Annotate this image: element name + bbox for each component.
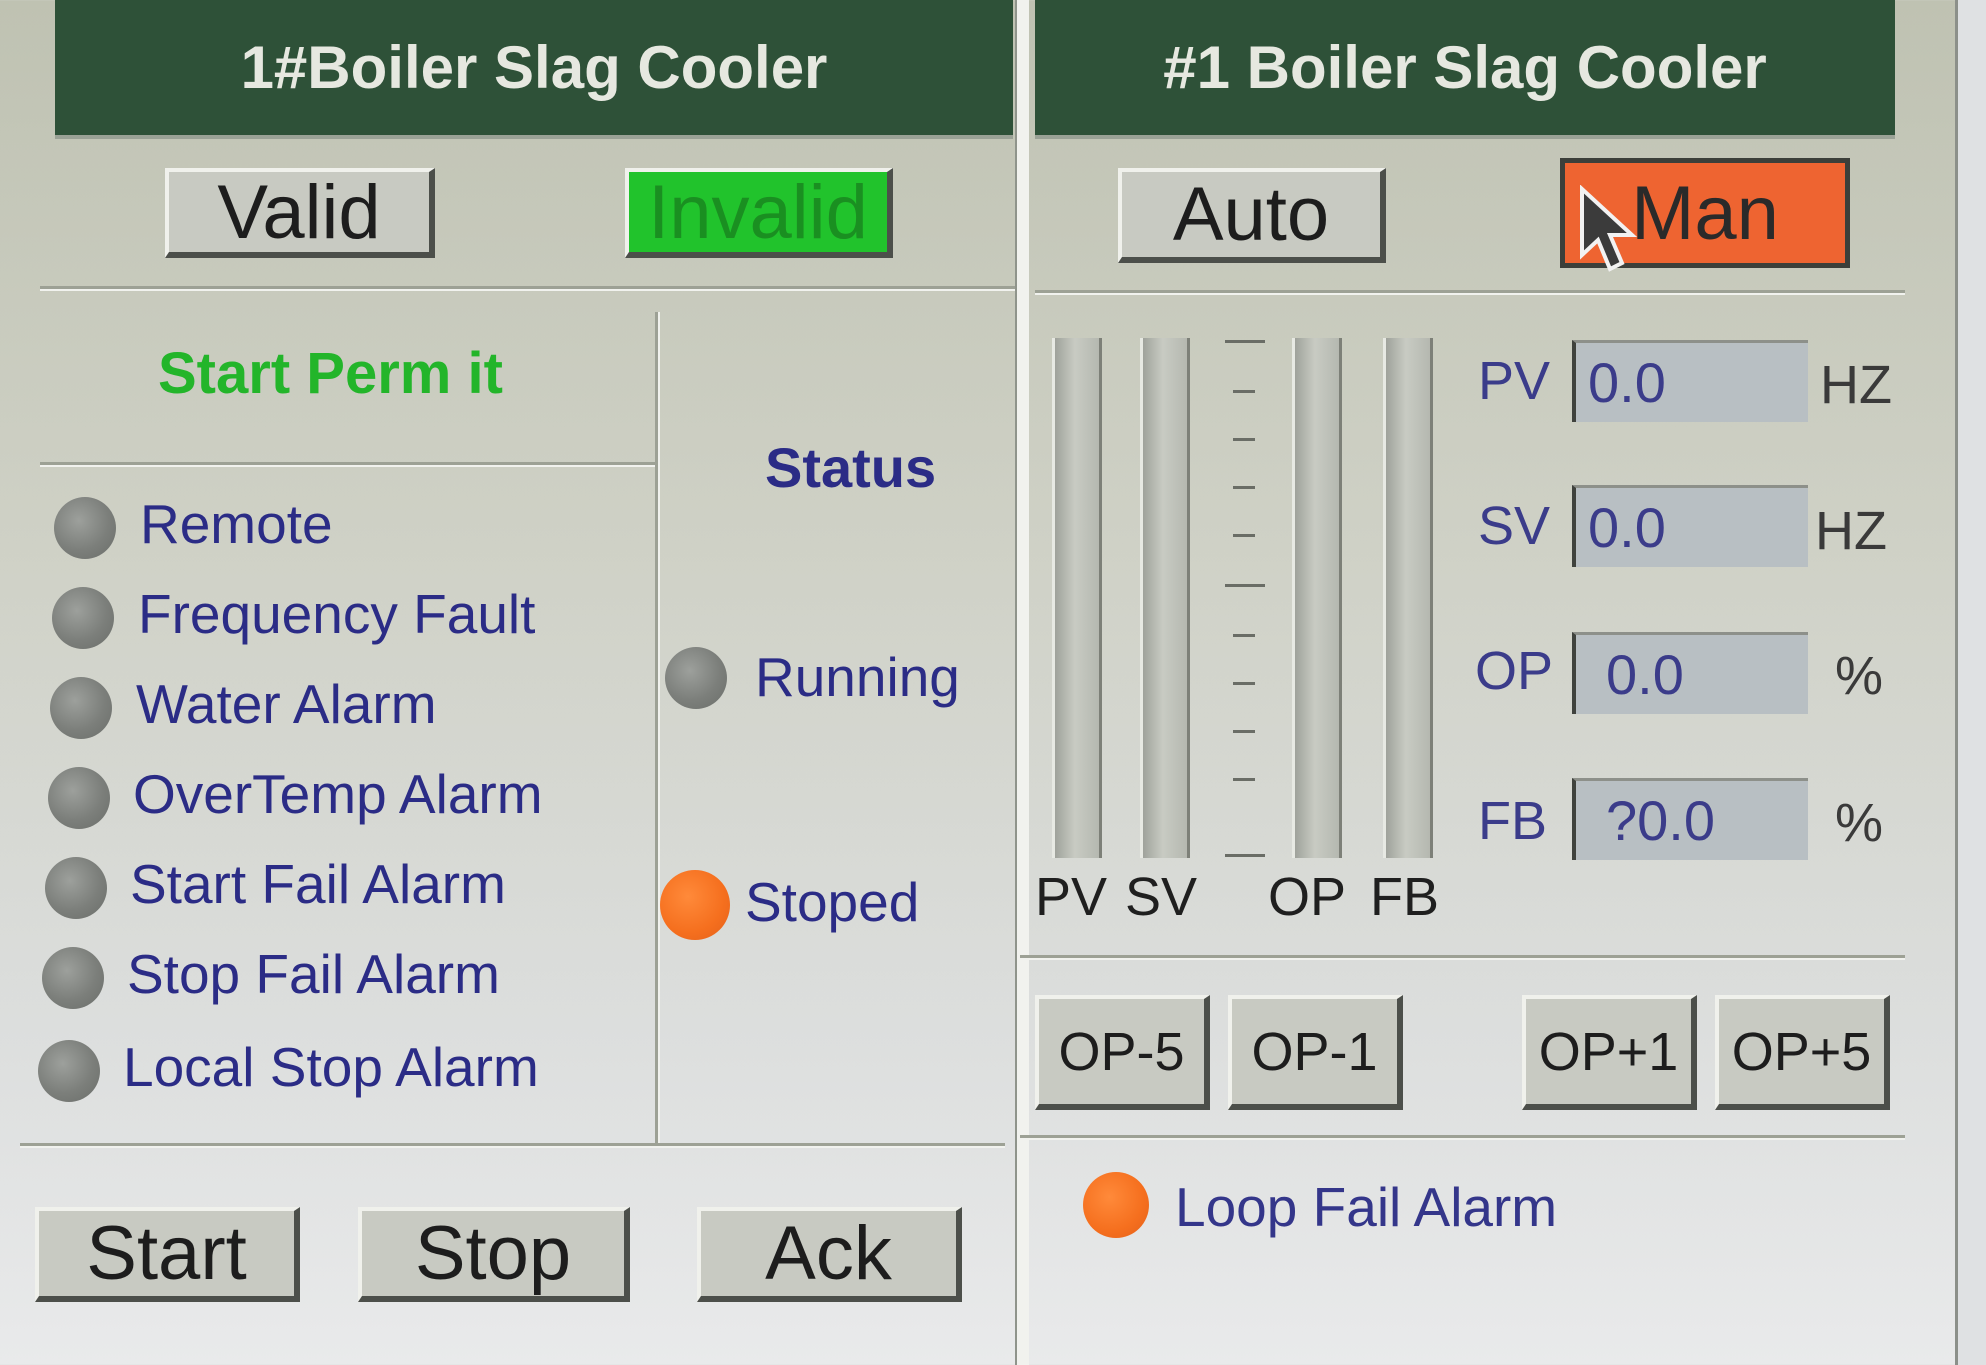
op-bar — [1292, 338, 1342, 858]
pv-label: PV — [1478, 351, 1551, 411]
permit-separator — [40, 462, 660, 467]
alarm-remote: Remote — [140, 493, 333, 555]
sv-unit: HZ — [1815, 501, 1887, 561]
loop-fail-alarm-label: Loop Fail Alarm — [1175, 1176, 1558, 1238]
alarm-local-stop: Local Stop Alarm — [123, 1036, 539, 1098]
left-top-separator — [40, 286, 1015, 291]
running-led-icon — [665, 647, 727, 709]
stop-fail-alarm-led-icon — [42, 947, 104, 1009]
alarm-overtemp: OverTemp Alarm — [133, 763, 543, 825]
op-value[interactable]: 0.0 — [1572, 632, 1808, 714]
stop-button[interactable]: Stop — [358, 1207, 630, 1302]
start-button[interactable]: Start — [35, 1207, 300, 1302]
permit-status-divider — [655, 312, 660, 1147]
sv-bar — [1140, 338, 1190, 858]
auto-button[interactable]: Auto — [1118, 168, 1386, 263]
op-plus-1-button[interactable]: OP+1 — [1522, 995, 1697, 1110]
fb-bar-label: FB — [1370, 867, 1440, 927]
frequency-fault-led-icon — [52, 587, 114, 649]
start-fail-alarm-led-icon — [45, 857, 107, 919]
ack-button[interactable]: Ack — [697, 1207, 962, 1302]
panel-divider — [1015, 0, 1029, 1365]
loop-fail-led-icon — [1083, 1172, 1149, 1238]
valid-button[interactable]: Valid — [165, 168, 435, 258]
fb-label: FB — [1478, 791, 1548, 851]
pv-unit: HZ — [1820, 355, 1892, 415]
op-plus-5-button[interactable]: OP+5 — [1715, 995, 1890, 1110]
right-frame — [1955, 0, 1986, 1365]
mouse-cursor-icon — [1580, 185, 1638, 272]
status-title: Status — [765, 436, 937, 499]
right-top-separator — [1035, 290, 1905, 295]
local-stop-alarm-led-icon — [38, 1040, 100, 1102]
op-bar-label: OP — [1268, 867, 1347, 927]
alarm-water: Water Alarm — [136, 673, 437, 735]
status-stopped: Stoped — [745, 871, 920, 933]
pv-value: 0.0 — [1572, 340, 1808, 422]
fb-bar — [1383, 338, 1433, 858]
invalid-button[interactable]: Invalid — [625, 168, 893, 258]
right-mid-separator — [1020, 955, 1905, 960]
pv-bar — [1052, 338, 1102, 858]
left-panel-title: 1#Boiler Slag Cooler — [55, 0, 1013, 139]
pv-bar-label: PV — [1035, 867, 1108, 927]
stopped-led-icon — [660, 870, 730, 940]
fb-unit: % — [1835, 793, 1884, 853]
left-bottom-separator — [20, 1143, 1005, 1148]
sv-label: SV — [1478, 496, 1551, 556]
op-minus-1-button[interactable]: OP-1 — [1228, 995, 1403, 1110]
right-panel-title: #1 Boiler Slag Cooler — [1035, 0, 1895, 139]
water-alarm-led-icon — [50, 677, 112, 739]
overtemp-alarm-led-icon — [48, 767, 110, 829]
alarm-frequency-fault: Frequency Fault — [138, 583, 536, 645]
fb-value: ?0.0 — [1572, 778, 1808, 860]
right-bottom-separator — [1020, 1135, 1905, 1140]
alarm-start-fail: Start Fail Alarm — [130, 853, 506, 915]
sv-bar-label: SV — [1125, 867, 1198, 927]
status-running: Running — [755, 646, 960, 708]
remote-led-icon — [54, 497, 116, 559]
op-label: OP — [1475, 641, 1554, 701]
op-minus-5-button[interactable]: OP-5 — [1035, 995, 1210, 1110]
op-unit: % — [1835, 646, 1884, 706]
start-permit-title: Start Perm it — [158, 341, 503, 406]
alarm-stop-fail: Stop Fail Alarm — [127, 943, 500, 1005]
sv-value[interactable]: 0.0 — [1572, 485, 1808, 567]
scale — [1225, 340, 1270, 860]
